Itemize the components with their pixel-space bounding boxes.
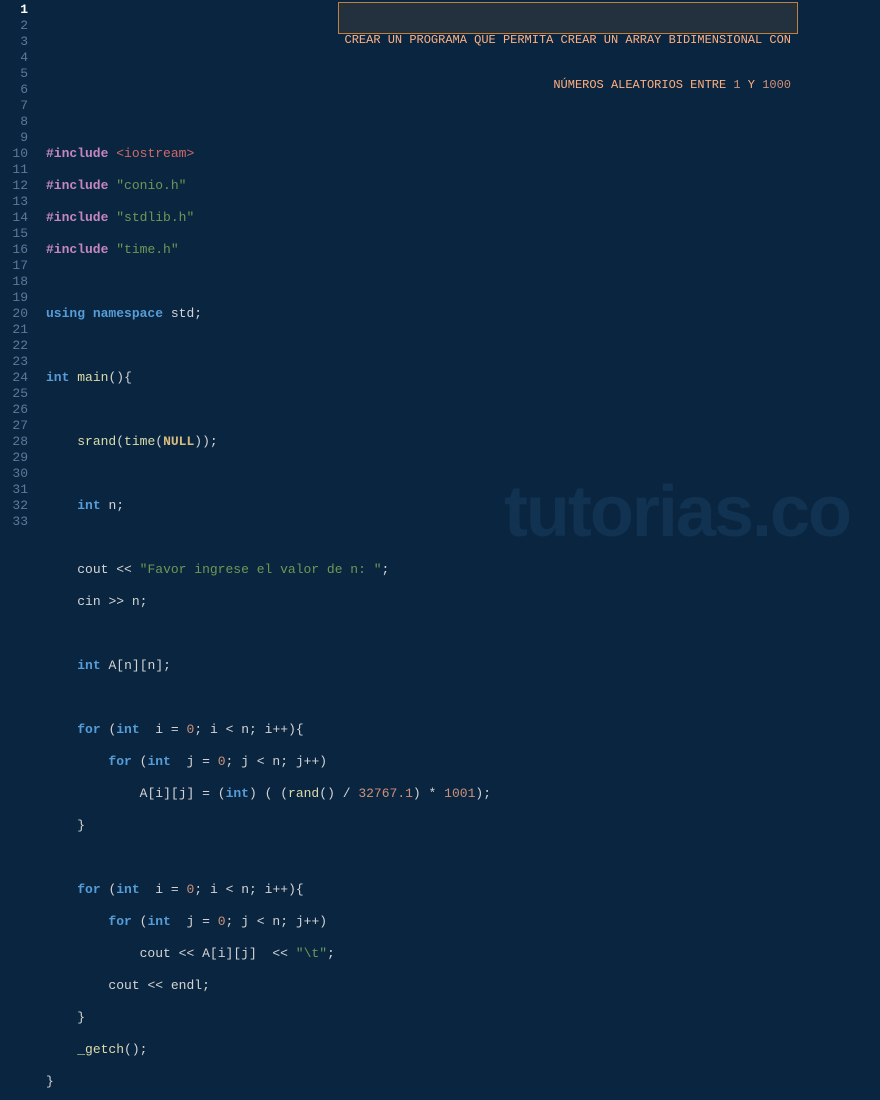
code-line: cout << endl; [46, 978, 880, 994]
code-line: for (int j = 0; j < n; j++) [46, 754, 880, 770]
code-line [46, 690, 880, 706]
code-line: int n; [46, 498, 880, 514]
code-area[interactable]: CREAR UN PROGRAMA QUE PERMITA CREAR UN A… [36, 0, 880, 550]
code-line: A[i][j] = (int) ( (rand() / 32767.1) * 1… [46, 786, 880, 802]
code-line: cout << "Favor ingrese el valor de n: "; [46, 562, 880, 578]
code-line: } [46, 1074, 880, 1090]
code-line: int main(){ [46, 370, 880, 386]
comment-banner: CREAR UN PROGRAMA QUE PERMITA CREAR UN A… [338, 2, 798, 34]
code-line: } [46, 818, 880, 834]
code-line [46, 338, 880, 354]
code-line: int A[n][n]; [46, 658, 880, 674]
code-line: srand(time(NULL)); [46, 434, 880, 450]
code-line: #include "stdlib.h" [46, 210, 880, 226]
code-line: for (int i = 0; i < n; i++){ [46, 882, 880, 898]
banner-line-1: CREAR UN PROGRAMA QUE PERMITA CREAR UN A… [345, 33, 791, 48]
code-line: for (int j = 0; j < n; j++) [46, 914, 880, 930]
code-line [46, 626, 880, 642]
code-line: _getch(); [46, 1042, 880, 1058]
code-line [46, 466, 880, 482]
code-line: cin >> n; [46, 594, 880, 610]
code-line: using namespace std; [46, 306, 880, 322]
code-editor[interactable]: 1234567891011121314151617181920212223242… [0, 0, 880, 550]
code-line: #include "conio.h" [46, 178, 880, 194]
code-line: } [46, 1010, 880, 1026]
code-line [46, 530, 880, 546]
code-line [46, 402, 880, 418]
code-line [46, 850, 880, 866]
banner-line-2: NÚMEROS ALEATORIOS ENTRE 1 Y 1000 [345, 78, 791, 93]
code-line: #include "time.h" [46, 242, 880, 258]
line-number-gutter: 1234567891011121314151617181920212223242… [0, 0, 36, 550]
code-line: cout << A[i][j] << "\t"; [46, 946, 880, 962]
code-line: #include <iostream> [46, 146, 880, 162]
code-line: for (int i = 0; i < n; i++){ [46, 722, 880, 738]
code-line [46, 274, 880, 290]
